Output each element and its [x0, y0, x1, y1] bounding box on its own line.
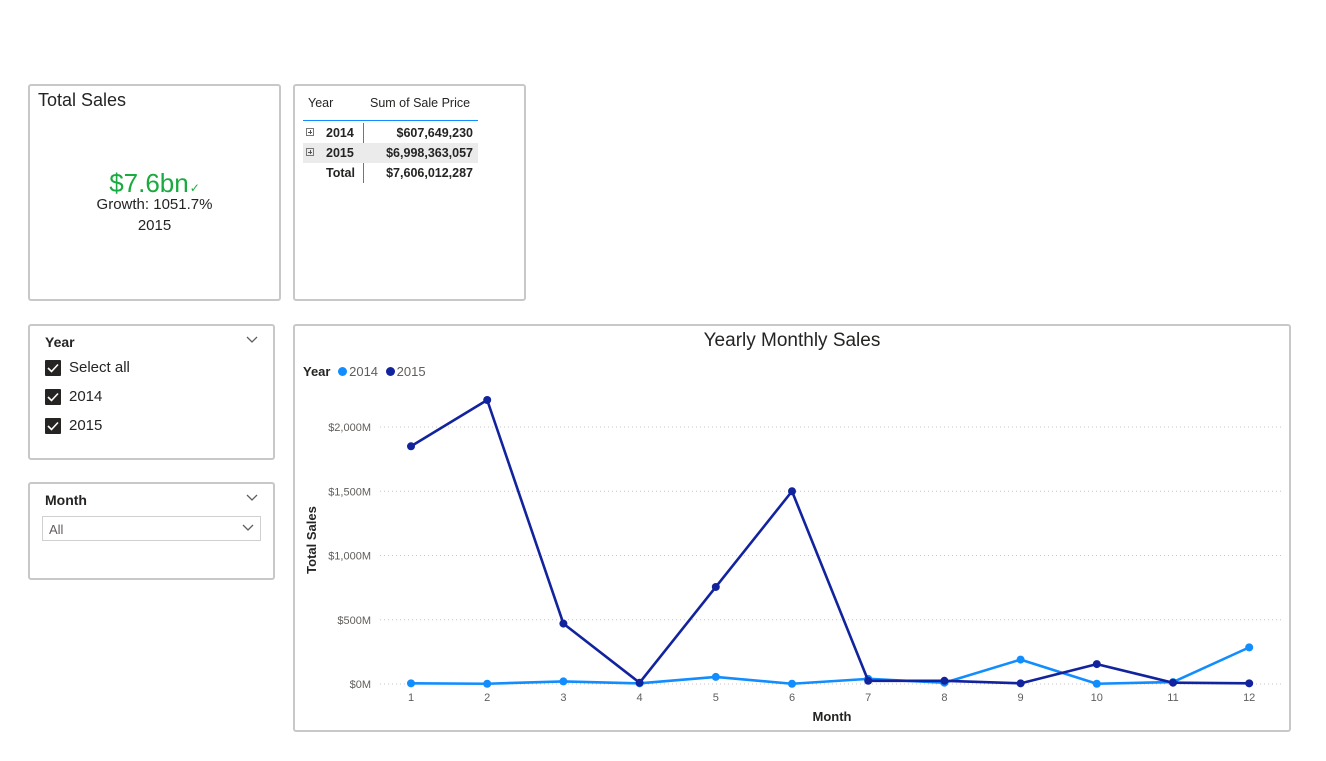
- matrix-header-year[interactable]: Year: [308, 96, 333, 110]
- matrix-row[interactable]: 2014 $607,649,230: [303, 123, 478, 143]
- kpi-year: 2015: [137, 217, 172, 234]
- data-point-2014: [483, 679, 492, 688]
- sales-matrix: Year Sum of Sale Price 2014 $607,649,230…: [293, 84, 526, 301]
- matrix-row-year: 2014: [326, 126, 354, 140]
- yearly-monthly-sales-chart: Yearly Monthly Sales Year 2014 2015 $0M $…: [293, 324, 1291, 732]
- x-tick-label: 4: [637, 692, 643, 704]
- slicer-item-label: 2014: [69, 388, 103, 405]
- chevron-down-icon[interactable]: [241, 521, 255, 535]
- slicer-item-label: 2015: [69, 417, 103, 434]
- expand-icon[interactable]: [306, 148, 314, 156]
- x-tick-label: 6: [789, 692, 795, 704]
- y-tick-label: $1,000M: [328, 551, 371, 563]
- x-tick-label: 3: [560, 692, 566, 704]
- matrix-row[interactable]: 2015 $6,998,363,057: [303, 143, 478, 163]
- x-tick-label: 7: [865, 692, 871, 704]
- matrix-header-measure[interactable]: Sum of Sale Price: [370, 96, 470, 110]
- y-axis-title: Total Sales: [304, 506, 319, 574]
- x-tick-label: 1: [408, 692, 414, 704]
- checkbox[interactable]: [45, 418, 61, 434]
- matrix-total-value: $7,606,012,287: [386, 166, 473, 180]
- month-slicer-title: Month: [45, 492, 87, 508]
- year-slicer-title: Year: [45, 334, 75, 350]
- y-tick-label: $0M: [350, 679, 371, 691]
- slicer-item-label: Select all: [69, 359, 130, 376]
- x-tick-label: 9: [1018, 692, 1024, 704]
- matrix-row-year: 2015: [326, 146, 354, 160]
- chevron-down-icon[interactable]: [245, 333, 259, 347]
- data-point-2015: [1092, 660, 1101, 669]
- data-point-2015: [635, 678, 644, 687]
- kpi-value-text: $7.6bn: [109, 168, 189, 198]
- data-point-2014: [711, 672, 720, 681]
- series-line-2015: [410, 398, 1250, 685]
- data-point-2014: [1016, 655, 1025, 664]
- series-line-2014: [410, 646, 1250, 686]
- checkbox[interactable]: [45, 360, 61, 376]
- y-tick-label: $1,500M: [328, 486, 371, 498]
- kpi-value: $7.6bn✓: [30, 168, 279, 199]
- data-point-2015: [711, 582, 720, 591]
- matrix-total-row: Total $7,606,012,287: [303, 163, 478, 183]
- month-dropdown-value: All: [49, 522, 64, 537]
- data-point-2015: [559, 619, 568, 628]
- data-point-2015: [483, 396, 492, 405]
- data-point-2014: [407, 679, 415, 688]
- data-point-2015: [1245, 679, 1254, 688]
- x-axis-title: Month: [813, 709, 852, 724]
- year-slicer: Year Select all 2014 2015: [28, 324, 275, 460]
- data-point-2014: [559, 677, 568, 686]
- x-tick-label: 5: [713, 692, 719, 704]
- kpi-title: Total Sales: [38, 90, 127, 110]
- data-point-2015: [1169, 678, 1177, 687]
- x-tick-label: 12: [1243, 692, 1255, 704]
- kpi-growth: Growth: 1051.7%: [96, 196, 213, 213]
- checkbox[interactable]: [45, 389, 61, 405]
- y-tick-label: $500M: [337, 615, 371, 627]
- data-point-2015: [407, 442, 415, 451]
- data-point-2015: [1016, 679, 1025, 688]
- data-point-2015: [864, 676, 873, 685]
- check-icon: [47, 421, 59, 431]
- data-point-2015: [940, 676, 949, 685]
- matrix-total-label: Total: [326, 166, 355, 180]
- x-tick-label: 2: [484, 692, 490, 704]
- data-point-2014: [1245, 643, 1254, 652]
- matrix-row-value: $607,649,230: [396, 126, 473, 140]
- month-dropdown[interactable]: All: [42, 516, 261, 541]
- x-tick-label: 11: [1167, 692, 1178, 704]
- y-tick-label: $2,000M: [328, 422, 371, 434]
- matrix-row-value: $6,998,363,057: [386, 146, 473, 160]
- check-icon: [47, 363, 59, 373]
- x-tick-label: 10: [1091, 692, 1103, 704]
- data-point-2014: [788, 679, 796, 688]
- chart-plot: $0M$500M$1,000M$1,500M$2,000M1 2 3 4 5 6 7 8 9 10…: [304, 396, 1281, 724]
- month-slicer: Month All: [28, 482, 275, 580]
- chevron-down-icon[interactable]: [245, 491, 259, 505]
- data-point-2014: [1092, 679, 1101, 688]
- total-sales-card: Total Sales $7.6bn✓ Growth: 1051.7% 2015: [28, 84, 281, 301]
- data-point-2015: [788, 487, 796, 496]
- x-tick-label: 8: [941, 692, 947, 704]
- check-icon: ✓: [189, 181, 200, 195]
- check-icon: [47, 392, 59, 402]
- expand-icon[interactable]: [306, 128, 314, 136]
- matrix-header-divider: [303, 120, 478, 121]
